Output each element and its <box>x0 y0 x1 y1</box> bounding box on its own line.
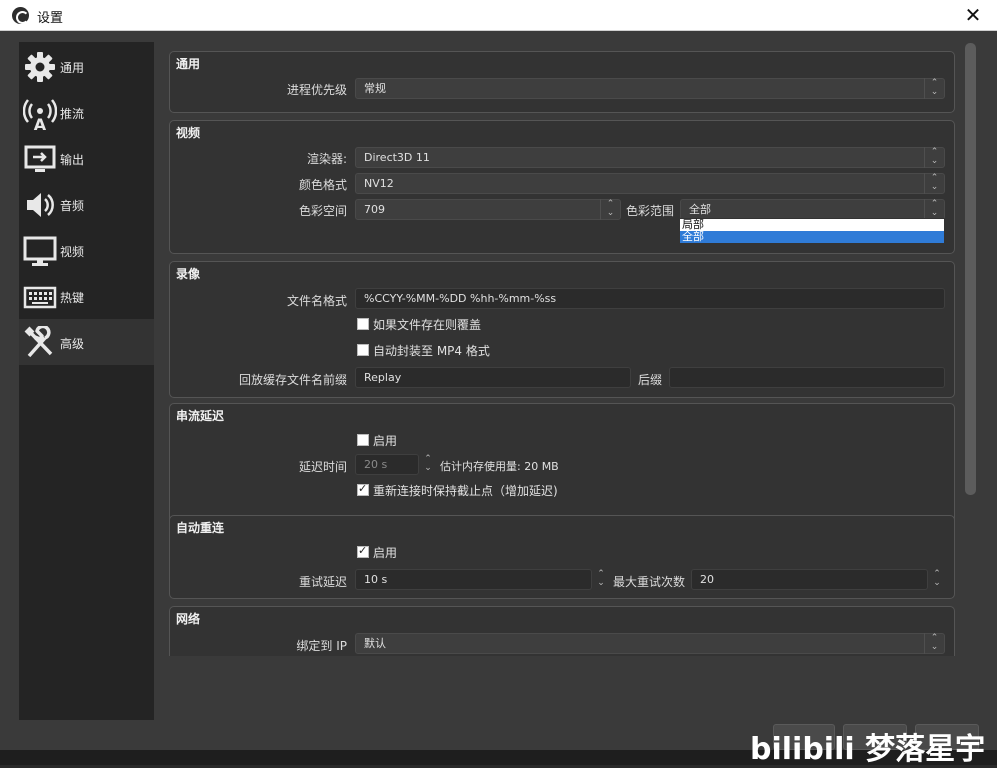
svg-text:A: A <box>34 115 47 130</box>
close-button[interactable]: ✕ <box>963 5 983 25</box>
filename-format-input[interactable]: %CCYY-%MM-%DD %hh-%mm-%ss <box>355 288 945 309</box>
delay-duration-spinner[interactable]: ⌃ ⌄ <box>420 454 436 475</box>
sidebar-item-video[interactable]: 视频 <box>19 227 154 273</box>
color-space-value: 709 <box>364 203 385 216</box>
renderer-label: 渲染器: <box>306 152 347 166</box>
speaker-icon <box>27 193 54 217</box>
watermark-text: bilibili 梦落星宇 <box>750 732 986 767</box>
color-format-value: NV12 <box>364 177 394 190</box>
antenna-icon: A <box>23 99 57 130</box>
overwrite-checkbox[interactable] <box>357 318 369 330</box>
color-format-label: 颜色格式 <box>298 178 347 192</box>
filename-format-label: 文件名格式 <box>286 294 347 308</box>
memory-estimate: 估计内存使用量: 20 MB <box>440 460 559 473</box>
window-title: 设置 <box>37 11 64 26</box>
chevron-updown-icon: ⌃ ⌄ <box>924 78 944 99</box>
chevron-updown-icon: ⌃ ⌄ <box>924 173 944 194</box>
bind-ip-select[interactable]: 默认 ⌃ ⌄ <box>355 633 945 654</box>
obs-logo-icon <box>12 7 29 24</box>
automux-label: 自动封装至 MP4 格式 <box>373 344 490 358</box>
replay-prefix-label: 回放缓存文件名前缀 <box>238 373 347 387</box>
sidebar-item-stream[interactable]: A 推流 <box>19 89 154 135</box>
chevron-updown-icon: ⌃ ⌄ <box>924 199 944 220</box>
replay-suffix-input[interactable] <box>669 367 945 388</box>
group-title: 录像 <box>176 267 201 281</box>
sidebar-item-general[interactable]: 通用 <box>19 43 154 89</box>
bilibili-watermark: bilibili 梦落星宇 <box>750 724 985 768</box>
max-retries-spinner[interactable]: ⌃ ⌄ <box>929 569 945 590</box>
settings-scrollbar[interactable] <box>965 43 976 495</box>
chevron-updown-icon: ⌃ ⌄ <box>924 147 944 168</box>
preserve-cutoff-checkbox[interactable] <box>357 482 369 496</box>
color-format-select[interactable]: NV12 ⌃ ⌄ <box>355 173 945 194</box>
sidebar-item-label: 视频 <box>60 245 85 259</box>
sidebar-item-hotkeys[interactable]: 热键 <box>19 273 154 319</box>
retry-delay-input[interactable]: 10 s <box>355 569 592 590</box>
reconnect-enable-checkbox[interactable] <box>357 544 369 558</box>
replay-prefix-input[interactable]: Replay <box>355 367 631 388</box>
reconnect-enable-label: 启用 <box>373 546 398 560</box>
sidebar-item-label: 音频 <box>60 199 85 213</box>
sidebar-item-advanced[interactable]: 高级 <box>19 319 154 365</box>
group-recording: 录像 文件名格式 %CCYY-%MM-%DD %hh-%mm-%ss 如果文件存… <box>169 261 955 398</box>
bind-ip-label: 绑定到 IP <box>296 639 347 653</box>
color-space-select[interactable]: 709 ⌃ ⌄ <box>355 199 621 220</box>
sidebar-item-label: 热键 <box>60 291 85 305</box>
group-title: 网络 <box>176 612 201 626</box>
group-general: 通用 进程优先级 常规 ⌃ ⌄ <box>169 51 955 113</box>
max-retries-label: 最大重试次数 <box>613 575 686 589</box>
stream-delay-enable-label: 启用 <box>373 434 398 448</box>
bind-ip-value: 默认 <box>364 637 386 650</box>
settings-sidebar: 通用 A 推流 输出 音频 视频 热键 高级 <box>19 42 154 720</box>
max-retries-input[interactable]: 20 <box>691 569 928 590</box>
retry-delay-spinner[interactable]: ⌃ ⌄ <box>593 569 609 590</box>
group-title: 串流延迟 <box>176 409 225 423</box>
monitor-icon <box>23 236 57 266</box>
stream-delay-enable-checkbox[interactable] <box>357 434 369 446</box>
dropdown-option-partial[interactable]: 局部 <box>680 219 944 231</box>
renderer-select[interactable]: Direct3D 11 ⌃ ⌄ <box>355 147 945 168</box>
group-title: 通用 <box>176 57 201 71</box>
automux-checkbox[interactable] <box>357 344 369 356</box>
process-priority-select[interactable]: 常规 ⌃ ⌄ <box>355 78 945 99</box>
delay-duration-input[interactable]: 20 s <box>355 454 419 475</box>
group-title: 自动重连 <box>176 521 225 535</box>
monitor-output-icon <box>24 145 56 172</box>
keyboard-icon <box>23 286 57 309</box>
group-title: 视频 <box>176 126 201 140</box>
retry-delay-label: 重试延迟 <box>298 575 347 589</box>
chevron-updown-icon: ⌃ ⌄ <box>924 633 944 654</box>
color-range-value: 全部 <box>689 203 711 216</box>
group-reconnect: 自动重连 启用 重试延迟 10 s ⌃⌄ 最大重试次数 20 ⌃⌄ <box>169 515 955 599</box>
color-space-label: 色彩空间 <box>298 204 347 218</box>
dropdown-option-full[interactable]: 全部 <box>680 231 944 243</box>
overwrite-label: 如果文件存在则覆盖 <box>373 318 482 332</box>
sidebar-item-label: 通用 <box>60 61 85 75</box>
sidebar-item-label: 输出 <box>60 153 85 167</box>
sidebar-item-output[interactable]: 输出 <box>19 135 154 181</box>
chevron-updown-icon: ⌃ ⌄ <box>600 199 620 220</box>
color-range-label: 色彩范围 <box>626 204 675 218</box>
color-range-dropdown: 局部 全部 <box>679 218 945 244</box>
color-range-select[interactable]: 全部 ⌃ ⌄ <box>680 199 945 220</box>
preserve-cutoff-label: 重新连接时保持截止点（增加延迟) <box>373 484 558 498</box>
group-network: 网络 绑定到 IP 默认 ⌃ ⌄ <box>169 606 955 656</box>
gear-icon <box>25 52 55 82</box>
replay-suffix-label: 后缀 <box>638 373 663 387</box>
delay-duration-label: 延迟时间 <box>298 460 347 474</box>
settings-client-area: 通用 A 推流 输出 音频 视频 热键 高级 通用 进程优先级 常规 ⌃ ⌄ 视… <box>0 31 997 765</box>
process-priority-value: 常规 <box>364 82 386 95</box>
renderer-value: Direct3D 11 <box>364 151 430 164</box>
title-bar: 设置 ✕ <box>0 0 997 31</box>
wrench-screwdriver-icon <box>24 326 53 358</box>
sidebar-item-label: 高级 <box>60 337 85 351</box>
sidebar-item-label: 推流 <box>60 107 85 121</box>
sidebar-item-audio[interactable]: 音频 <box>19 181 154 227</box>
process-priority-label: 进程优先级 <box>286 83 347 97</box>
